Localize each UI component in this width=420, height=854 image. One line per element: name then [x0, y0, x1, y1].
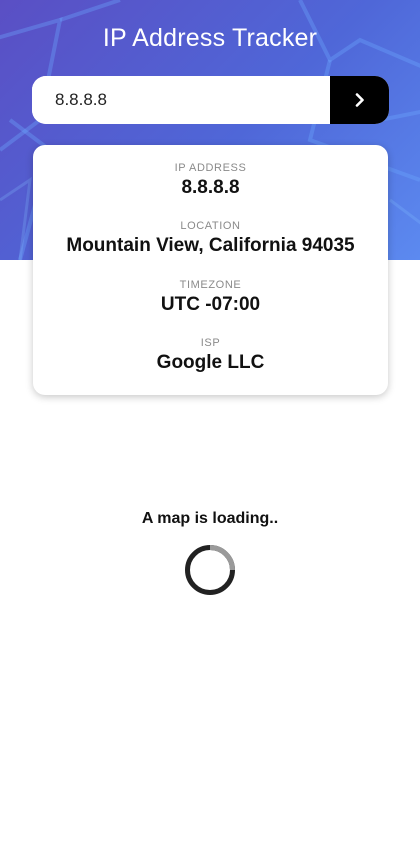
chevron-right-icon	[355, 93, 364, 107]
loading-spinner-icon	[185, 545, 235, 595]
ip-search-input[interactable]	[32, 76, 330, 124]
page: IP Address Tracker IP ADDRESS 8.8.8.8 LO…	[0, 0, 420, 854]
location-label: LOCATION	[180, 220, 241, 232]
page-title: IP Address Tracker	[102, 24, 318, 52]
ip-address-section: IP ADDRESS 8.8.8.8	[33, 162, 388, 199]
map-loading-text: A map is loading..	[141, 510, 279, 527]
timezone-value: UTC -07:00	[160, 294, 261, 315]
ip-address-label: IP ADDRESS	[174, 162, 247, 174]
search-submit-button[interactable]	[330, 76, 389, 124]
ip-address-value: 8.8.8.8	[181, 177, 240, 198]
isp-section: ISP Google LLC	[33, 337, 388, 374]
timezone-label: TIMEZONE	[179, 279, 242, 291]
timezone-section: TIMEZONE UTC -07:00	[33, 279, 388, 316]
ip-info-card: IP ADDRESS 8.8.8.8 LOCATION Mountain Vie…	[33, 145, 388, 395]
isp-label: ISP	[200, 337, 221, 349]
ip-search-bar	[32, 76, 389, 124]
isp-value: Google LLC	[156, 352, 265, 373]
location-value: Mountain View, California 94035	[66, 235, 355, 256]
location-section: LOCATION Mountain View, California 94035	[33, 220, 388, 257]
